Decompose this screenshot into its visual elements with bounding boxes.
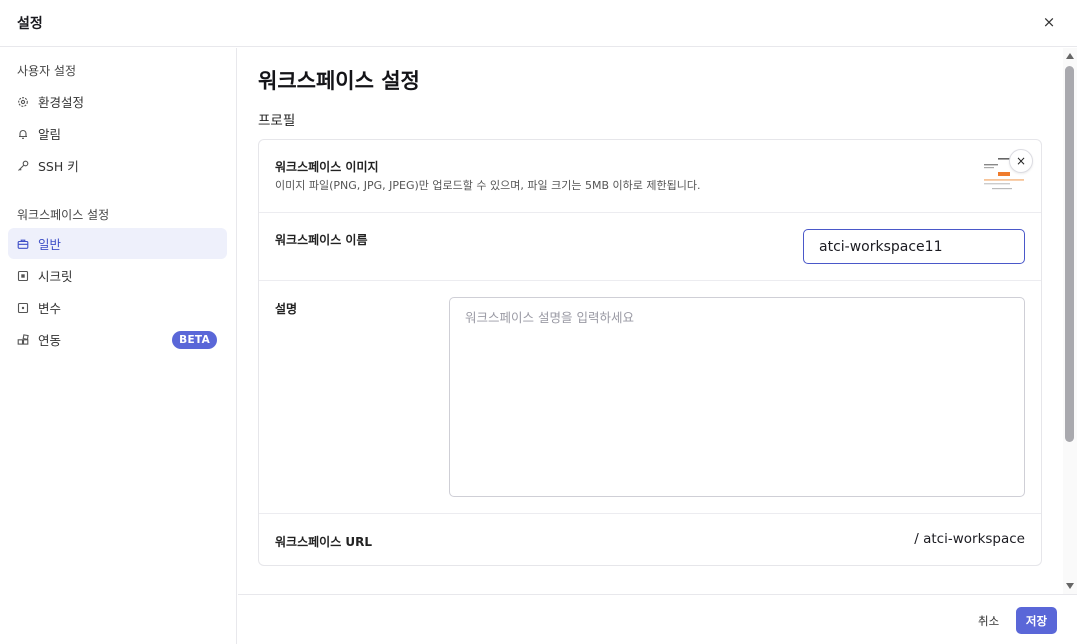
sidebar-section-user: 사용자 설정	[17, 64, 77, 78]
workspace-name-input[interactable]	[803, 229, 1025, 264]
save-button[interactable]: 저장	[1016, 607, 1057, 634]
sidebar-item-label: 연동	[38, 333, 62, 348]
description-label: 설명	[275, 302, 298, 316]
integration-icon	[17, 333, 29, 345]
sidebar-item-integrations[interactable]: 연동 BETA	[8, 324, 227, 355]
name-row: 워크스페이스 이름	[259, 213, 1041, 281]
settings-sidebar: 사용자 설정 환경설정 알림 SSH 키 워크스페이스 설정 일반 시크릿 변수	[0, 48, 237, 644]
sidebar-item-secrets[interactable]: 시크릿	[8, 260, 227, 291]
briefcase-icon	[17, 239, 29, 249]
close-icon[interactable]: ×	[1040, 12, 1058, 32]
modal-footer: 취소 저장	[238, 594, 1077, 644]
variable-icon	[17, 302, 29, 313]
sidebar-item-variables[interactable]: 변수	[8, 292, 227, 323]
workspace-url-value: / atci-workspace	[914, 531, 1025, 547]
image-label: 워크스페이스 이미지	[275, 160, 379, 174]
sidebar-item-label: 변수	[38, 301, 62, 316]
sidebar-item-label: 알림	[38, 127, 62, 142]
image-description: 이미지 파일(PNG, JPG, JPEG)만 업로드할 수 있으며, 파일 크…	[275, 179, 701, 192]
url-label: 워크스페이스 URL	[275, 535, 373, 549]
gear-icon	[18, 96, 28, 107]
image-row: 워크스페이스 이미지 이미지 파일(PNG, JPG, JPEG)만 업로드할 …	[259, 140, 1041, 213]
scroll-down-icon[interactable]	[1066, 583, 1074, 589]
modal-header: 설정 ×	[0, 0, 1077, 47]
sidebar-item-preferences[interactable]: 환경설정	[8, 86, 227, 117]
sidebar-item-label: 일반	[38, 237, 62, 252]
scrollbar-thumb[interactable]	[1065, 66, 1074, 442]
remove-image-button[interactable]: ×	[1009, 149, 1033, 173]
sidebar-section-workspace: 워크스페이스 설정	[17, 208, 110, 222]
profile-card: 워크스페이스 이미지 이미지 파일(PNG, JPG, JPEG)만 업로드할 …	[258, 139, 1042, 566]
modal-title: 설정	[17, 16, 43, 32]
page-title: 워크스페이스 설정	[258, 69, 420, 93]
sidebar-item-general[interactable]: 일반	[8, 228, 227, 259]
beta-badge: BETA	[172, 331, 217, 349]
cancel-button[interactable]: 취소	[970, 608, 1007, 634]
content-scrollbar[interactable]	[1063, 48, 1077, 594]
sidebar-item-notifications[interactable]: 알림	[8, 118, 227, 149]
bell-icon	[19, 129, 27, 139]
profile-section-title: 프로필	[258, 113, 296, 129]
key-icon	[18, 160, 29, 171]
sidebar-item-label: SSH 키	[38, 159, 79, 174]
url-row: 워크스페이스 URL / atci-workspace	[259, 514, 1041, 566]
settings-content: 워크스페이스 설정 프로필 워크스페이스 이미지 이미지 파일(PNG, JPG…	[238, 48, 1062, 594]
secret-icon	[17, 270, 29, 281]
name-label: 워크스페이스 이름	[275, 233, 368, 247]
sidebar-item-label: 환경설정	[38, 95, 85, 110]
workspace-description-input[interactable]	[449, 297, 1025, 497]
scroll-up-icon[interactable]	[1066, 53, 1074, 59]
sidebar-item-label: 시크릿	[38, 269, 73, 284]
settings-modal: 설정 × 사용자 설정 환경설정 알림 SSH 키 워크스페이스 설정 일반 시…	[0, 0, 1077, 644]
sidebar-item-ssh-key[interactable]: SSH 키	[8, 150, 227, 181]
description-row: 설명	[259, 281, 1041, 514]
